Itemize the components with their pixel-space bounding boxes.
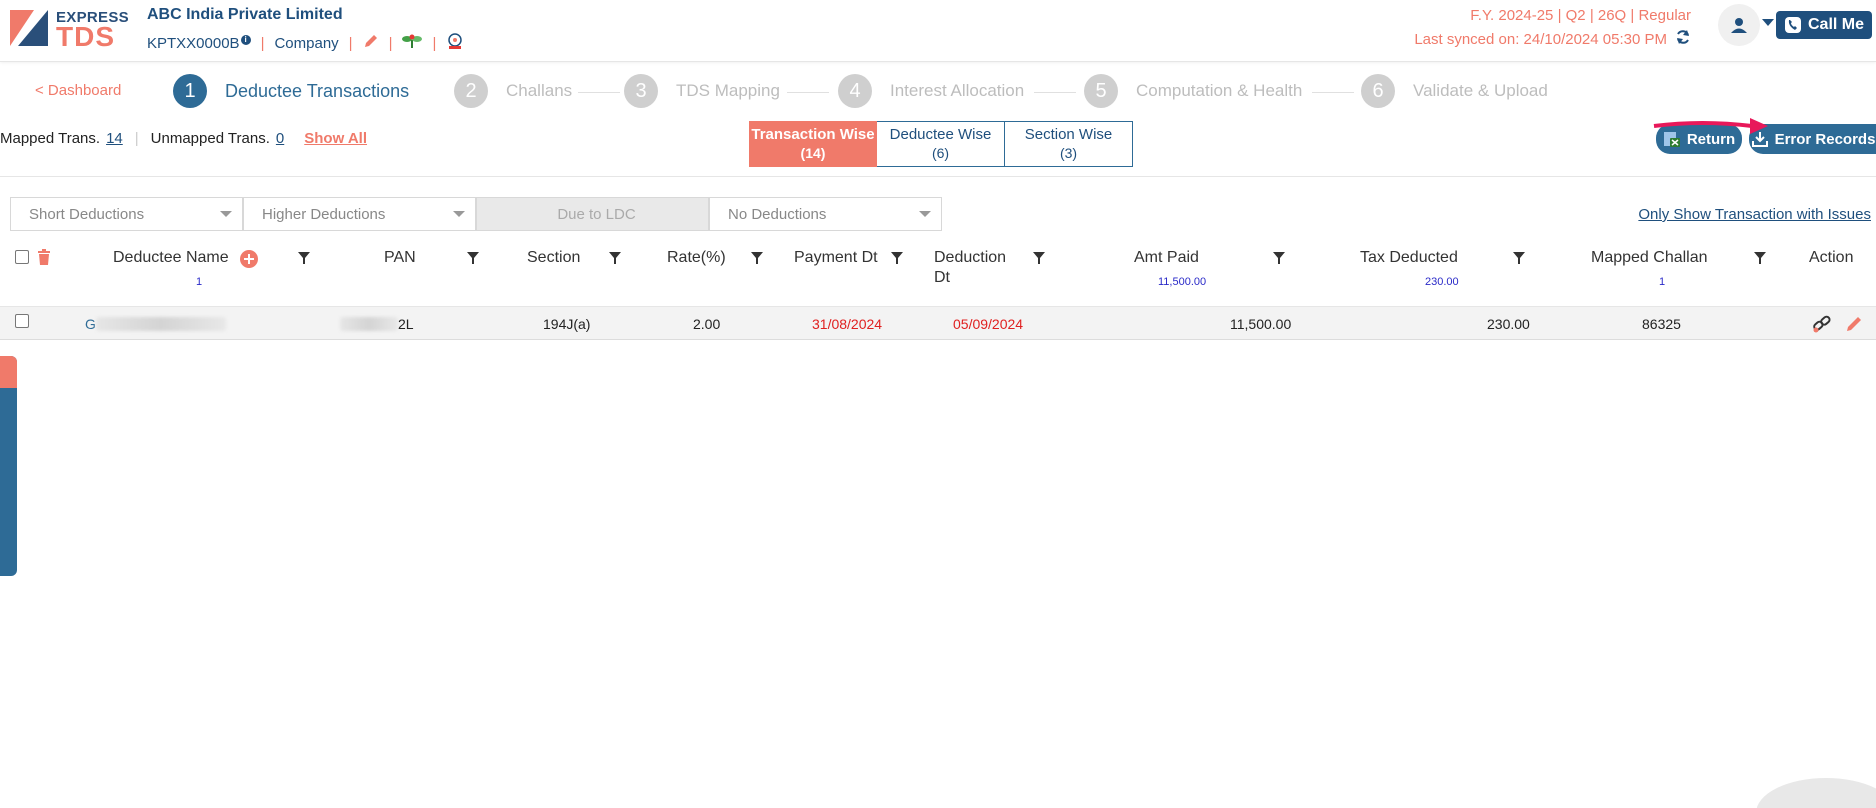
filter-funnel-icon[interactable]	[751, 252, 763, 264]
logo-text-tds: TDS	[56, 21, 115, 52]
col-pan: PAN	[384, 249, 416, 266]
refresh-icon[interactable]	[1675, 29, 1691, 49]
only-issues-link[interactable]: Only Show Transaction with Issues	[1638, 206, 1871, 223]
edit-icon[interactable]	[363, 33, 379, 53]
pan-value: 2L	[398, 316, 414, 332]
corner-decoration	[1756, 778, 1876, 808]
table-row[interactable]: G 2L 194J(a) 2.00 31/08/2024 05/09/2024 …	[0, 306, 1876, 340]
phone-icon	[1784, 17, 1801, 33]
col-deductee-name: Deductee Name	[113, 249, 229, 266]
fy-quarter-info: F.Y. 2024-25 | Q2 | 26Q | Regular	[1470, 7, 1691, 24]
mapped-label: Mapped Trans.	[0, 130, 101, 147]
amt-paid-value: 11,500.00	[1230, 316, 1292, 332]
workflow-stepper: < Dashboard 1 Deductee Transactions 2 Ch…	[0, 72, 1876, 114]
payment-date-value: 31/08/2024	[812, 316, 883, 332]
user-menu-chevron-down-icon[interactable]	[1762, 19, 1774, 26]
col-tax-deducted: Tax Deducted	[1360, 249, 1458, 266]
chevron-down-icon	[919, 211, 931, 217]
due-to-ldc-dropdown: Due to LDC	[476, 197, 709, 231]
add-deductee-icon[interactable]	[240, 250, 258, 268]
deduction-date-value: 05/09/2024	[953, 316, 1024, 332]
col-mapped-challan: Mapped Challan	[1591, 249, 1708, 266]
tab-deductee-wise[interactable]: Deductee Wise (6)	[877, 121, 1005, 167]
mapped-challan-count: 1	[1659, 276, 1666, 288]
filter-funnel-icon[interactable]	[298, 252, 310, 264]
company-meta: KPTXX0000B i | Company | | |	[147, 32, 464, 54]
filter-funnel-icon[interactable]	[1754, 252, 1766, 264]
company-name: ABC India Private Limited	[147, 6, 343, 23]
user-avatar[interactable]	[1718, 4, 1760, 46]
rate-value: 2.00	[693, 316, 721, 332]
emblem-icon[interactable]	[446, 32, 464, 54]
redacted-name	[96, 317, 226, 331]
deduction-filters: Short Deductions Higher Deductions Due t…	[10, 197, 942, 231]
app-header: EXPRESS TDS ABC India Private Limited KP…	[0, 0, 1876, 62]
higher-deductions-dropdown[interactable]: Higher Deductions	[243, 197, 476, 231]
tax-deducted-total: 230.00	[1425, 276, 1459, 288]
tax-deducted-value: 230.00	[1487, 316, 1530, 332]
col-action: Action	[1809, 249, 1854, 266]
tab-section-wise[interactable]: Section Wise (3)	[1005, 121, 1133, 167]
tan-number: KPTXX0000B i	[147, 34, 251, 52]
row-checkbox[interactable]	[15, 314, 29, 328]
col-rate: Rate(%)	[667, 249, 726, 266]
step-validate-upload[interactable]: 6 Validate & Upload	[1361, 74, 1548, 108]
rss-icon	[0, 356, 17, 388]
chevron-down-icon	[220, 211, 232, 217]
delete-icon[interactable]	[36, 248, 52, 266]
logo-mark-icon	[10, 10, 48, 46]
col-section: Section	[527, 249, 581, 266]
view-toggle: Transaction Wise (14) Deductee Wise (6) …	[749, 121, 1133, 167]
section-value: 194J(a)	[543, 316, 591, 332]
filter-funnel-icon[interactable]	[1513, 252, 1525, 264]
filter-funnel-icon[interactable]	[609, 252, 621, 264]
dashboard-link[interactable]: < Dashboard	[35, 82, 121, 99]
deductee-name-link[interactable]: G	[85, 316, 96, 332]
step-computation-health[interactable]: 5 Computation & Health	[1084, 74, 1302, 108]
step-challans[interactable]: 2 Challans	[454, 74, 572, 108]
filter-funnel-icon[interactable]	[1273, 252, 1285, 264]
select-all-checkbox[interactable]	[15, 250, 29, 264]
unmapped-label: Unmapped Trans.	[150, 130, 270, 147]
annotation-arrow-icon	[1653, 118, 1768, 134]
deductee-count: 1	[196, 276, 203, 288]
filter-funnel-icon[interactable]	[1033, 252, 1045, 264]
unmapped-count-link[interactable]: 0	[276, 130, 284, 147]
amt-paid-total: 11,500.00	[1158, 276, 1207, 288]
plant-icon[interactable]	[402, 33, 423, 53]
mapped-challan-value: 86325	[1642, 316, 1681, 332]
mapped-count-link[interactable]: 14	[106, 130, 123, 147]
sync-status: Last synced on: 24/10/2024 05:30 PM	[1414, 29, 1691, 49]
step-interest-allocation[interactable]: 4 Interest Allocation	[838, 74, 1024, 108]
show-all-link[interactable]: Show All	[304, 130, 367, 147]
info-icon[interactable]: i	[240, 34, 251, 45]
feedback-side-tab[interactable]	[0, 356, 17, 576]
filter-funnel-icon[interactable]	[891, 252, 903, 264]
link-icon[interactable]	[1812, 315, 1832, 333]
no-deductions-dropdown[interactable]: No Deductions	[709, 197, 942, 231]
table-header: Deductee Name 1 PAN Section Rate(%) Paym…	[0, 244, 1876, 304]
short-deductions-dropdown[interactable]: Short Deductions	[10, 197, 243, 231]
entity-type: Company	[274, 34, 339, 52]
col-deduction-dt: Deduction Dt	[934, 249, 1007, 286]
step-deductee-transactions[interactable]: 1 Deductee Transactions	[173, 74, 409, 108]
col-amt-paid: Amt Paid	[1134, 249, 1199, 266]
mapping-summary: Mapped Trans. 14 | Unmapped Trans. 0 Sho…	[0, 130, 368, 147]
call-me-button[interactable]: Call Me	[1776, 11, 1872, 39]
redacted-pan	[340, 317, 398, 331]
filter-funnel-icon[interactable]	[467, 252, 479, 264]
tab-transaction-wise[interactable]: Transaction Wise (14)	[749, 121, 877, 167]
express-tds-logo[interactable]: EXPRESS TDS	[8, 6, 129, 52]
user-icon	[1731, 18, 1747, 33]
col-payment-dt: Payment Dt	[794, 249, 878, 266]
step-tds-mapping[interactable]: 3 TDS Mapping	[624, 74, 780, 108]
chevron-down-icon	[453, 211, 465, 217]
edit-icon[interactable]	[1845, 315, 1863, 333]
